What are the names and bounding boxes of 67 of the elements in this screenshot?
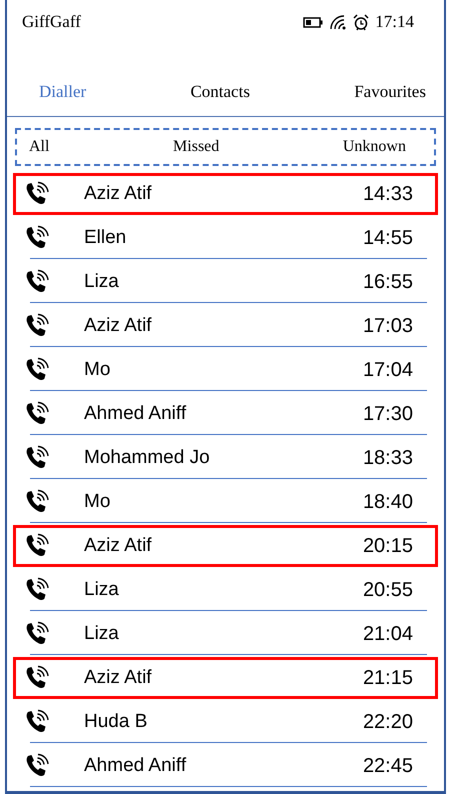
call-time: 21:15 xyxy=(362,666,413,690)
tab[interactable]: Contacts xyxy=(186,78,254,106)
phone-ringing-icon xyxy=(24,401,50,427)
call-time: 16:55 xyxy=(362,270,413,294)
contact-name: Liza xyxy=(84,579,120,601)
call-time: 14:55 xyxy=(362,226,413,250)
call-row[interactable]: Ahmed Aniff 22:45 xyxy=(13,745,438,787)
contact-name: Mohammed Jo xyxy=(84,447,211,469)
contact-name: Mo xyxy=(84,359,112,381)
battery-icon xyxy=(303,16,324,28)
phone-ringing-icon xyxy=(24,181,50,207)
contact-name: Ahmed Aniff xyxy=(84,755,188,777)
call-row[interactable]: Liza 16:55 xyxy=(13,261,438,303)
status-time: 17:14 xyxy=(375,12,414,32)
phone-ringing-icon xyxy=(24,621,50,647)
call-time: 17:03 xyxy=(362,314,413,338)
phone-ringing-icon xyxy=(24,445,50,471)
phone-ringing-icon xyxy=(24,533,50,559)
call-row[interactable]: Liza 21:04 xyxy=(13,613,438,655)
call-row[interactable]: Liza 20:55 xyxy=(13,569,438,611)
contact-name: Liza xyxy=(84,271,120,293)
contact-name: Liza xyxy=(84,623,120,645)
call-row[interactable]: Ahmed Aniff 17:30 xyxy=(13,393,438,435)
contact-name: Huda B xyxy=(84,711,148,733)
phone-ringing-icon xyxy=(24,357,50,383)
call-row[interactable]: Ellen 14:55 xyxy=(13,217,438,259)
call-time: 18:40 xyxy=(362,490,413,514)
call-time: 14:33 xyxy=(362,182,413,206)
contact-name: Aziz Atif xyxy=(84,667,153,689)
phone-ringing-icon xyxy=(24,489,50,515)
call-row[interactable]: Mo 18:40 xyxy=(13,481,438,523)
call-row[interactable]: Aziz Atif 21:15 xyxy=(13,657,438,699)
phone-ringing-icon xyxy=(24,709,50,735)
carrier-name: GiffGaff xyxy=(22,12,81,32)
call-time: 17:30 xyxy=(362,402,413,426)
tab[interactable]: Dialler xyxy=(35,78,90,106)
wifi-icon xyxy=(329,14,348,30)
contact-name: Aziz Atif xyxy=(84,183,153,205)
call-time: 18:33 xyxy=(362,446,413,470)
call-time: 20:15 xyxy=(362,534,413,558)
call-row[interactable]: Aziz Atif 14:33 xyxy=(13,173,438,215)
tab[interactable]: Favourites xyxy=(350,78,430,106)
call-row[interactable]: Mo 17:04 xyxy=(13,349,438,391)
call-row[interactable]: Huda B 22:20 xyxy=(13,701,438,743)
phone-ringing-icon xyxy=(24,665,50,691)
filter-option[interactable]: Missed xyxy=(173,136,220,158)
call-time: 22:45 xyxy=(362,754,413,778)
phone-ringing-icon xyxy=(24,269,50,295)
call-time: 17:04 xyxy=(362,358,413,382)
call-row[interactable]: Aziz Atif 20:15 xyxy=(13,525,438,567)
contact-name: Mo xyxy=(84,491,112,513)
contact-name: Ahmed Aniff xyxy=(84,403,188,425)
filter-option[interactable]: Unknown xyxy=(342,136,406,158)
call-time: 20:55 xyxy=(362,578,413,602)
call-row[interactable]: Mohammed Jo 18:33 xyxy=(13,437,438,479)
phone-ringing-icon xyxy=(24,313,50,339)
phone-ringing-icon xyxy=(24,225,50,251)
filter-option[interactable]: All xyxy=(29,136,50,158)
call-time: 21:04 xyxy=(362,622,413,646)
contact-name: Aziz Atif xyxy=(84,315,153,337)
phone-ringing-icon xyxy=(24,753,50,779)
phone-ringing-icon xyxy=(24,577,50,603)
contact-name: Aziz Atif xyxy=(84,535,153,557)
alarm-clock-icon xyxy=(353,14,370,30)
contact-name: Ellen xyxy=(84,227,128,249)
call-row[interactable]: Aziz Atif 17:03 xyxy=(13,305,438,347)
call-time: 22:20 xyxy=(362,710,413,734)
